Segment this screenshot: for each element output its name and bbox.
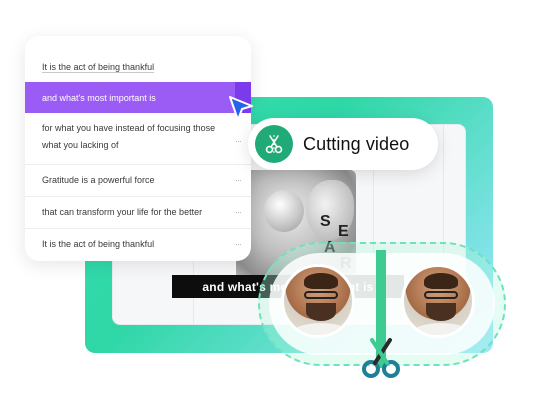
hair-shape (304, 273, 338, 289)
more-icon[interactable]: ··· (235, 175, 242, 185)
transcript-panel: It is the act of being thankful and what… (25, 36, 251, 261)
more-icon[interactable]: ··· (235, 136, 242, 146)
floating-letter: S (320, 213, 331, 230)
clip-thumbnail-right[interactable] (401, 264, 475, 338)
transcript-row-text: Gratitude is a powerful force (42, 174, 155, 185)
cutting-video-status: Cutting video (248, 118, 438, 170)
transcript-row-text: that can transform your life for the bet… (42, 206, 203, 217)
scissors-icon (255, 125, 293, 163)
transcript-row-text: and what's most important is (42, 92, 156, 103)
cutting-video-label: Cutting video (303, 133, 410, 154)
floating-letter: E (338, 223, 349, 240)
transcript-row-active[interactable]: and what's most important is (25, 82, 251, 113)
transcript-row[interactable]: that can transform your life for the bet… (25, 196, 251, 226)
head-shape (264, 190, 304, 232)
clip-thumbnail-left[interactable] (281, 264, 355, 338)
transcript-row-text: It is the act of being thankful (42, 62, 155, 72)
transcript-row[interactable]: for what you have instead of focusing th… (25, 120, 251, 162)
pointer-cursor-icon (229, 96, 253, 121)
scissors-cut-icon[interactable] (360, 336, 402, 380)
transcript-row-text: It is the act of being thankful (42, 238, 155, 249)
glasses-shape (304, 291, 338, 299)
more-icon[interactable]: ··· (235, 239, 242, 249)
hair-shape (424, 273, 458, 289)
transcript-row[interactable]: Gratitude is a powerful force ··· (25, 164, 251, 194)
glasses-shape (424, 291, 458, 299)
beard-shape (306, 303, 336, 321)
more-icon[interactable]: ··· (235, 207, 242, 217)
beard-shape (426, 303, 456, 321)
transcript-row[interactable]: It is the act of being thankful (25, 54, 251, 80)
transcript-row-text: for what you have instead of focusing th… (42, 123, 216, 150)
transcript-row[interactable]: It is the act of being thankful ··· (25, 228, 251, 258)
